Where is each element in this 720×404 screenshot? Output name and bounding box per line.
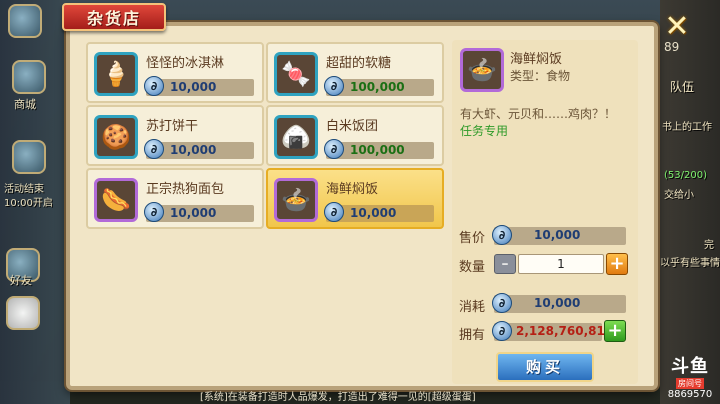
add-currency-button[interactable]: + (604, 320, 626, 342)
friends-label: 好友 (10, 274, 32, 287)
coin-icon: ∂ (492, 321, 512, 341)
avatar[interactable] (8, 4, 42, 38)
item-name: 超甜的软糖 (326, 56, 392, 71)
item-name: 海鲜焖饭 (326, 182, 379, 197)
seafood-rice-icon: 🍲 (460, 48, 504, 92)
quest-hint: 以乎有些事情 (660, 258, 720, 269)
detail-description: 有大虾、元贝和……鸡肉？！ (460, 107, 617, 121)
system-ticker: [系统]在装备打造时人品爆发，打造出了难得一见的[超级蛋蛋] (200, 392, 476, 403)
stream-watermark: 斗鱼 房间号 8869570 (664, 352, 716, 400)
level-number: 89 (664, 40, 680, 54)
quest-progress: (53/200) (664, 170, 707, 181)
event-icon[interactable] (12, 140, 46, 174)
close-button[interactable]: ✕ (660, 10, 694, 44)
watermark-logo: 斗鱼 (671, 356, 709, 377)
owned-label: 拥有 (459, 328, 486, 343)
shop-item-cracker[interactable]: 🍪 苏打饼干 ∂ 10,000 (86, 105, 264, 166)
shop-mall-icon[interactable] (12, 60, 46, 94)
shop-item-hotdog[interactable]: 🌭 正宗热狗面包 ∂ 10,000 (86, 168, 264, 229)
shop-title: 杂货店 (62, 3, 166, 31)
candy-icon: 🍬 (274, 52, 318, 96)
item-name: 苏打饼干 (146, 119, 199, 134)
item-price: 100,000 (350, 143, 405, 157)
total-cost: 10,000 (534, 296, 581, 310)
left-hud: 商城 活动结束 10:00开启 好友 (0, 0, 70, 404)
item-name: 白米饭团 (326, 119, 379, 134)
coin-icon: ∂ (144, 76, 164, 96)
shop-item-candy[interactable]: 🍬 超甜的软糖 ∂ 100,000 (266, 42, 444, 103)
quest-complete: 完 (704, 240, 714, 251)
item-price: 10,000 (170, 143, 217, 157)
shop-item-rice-ball[interactable]: 🍙 白米饭团 ∂ 100,000 (266, 105, 444, 166)
quantity-decrease-button[interactable]: – (494, 254, 516, 274)
rice-ball-icon: 🍙 (274, 115, 318, 159)
detail-tag: 任务专用 (460, 124, 509, 138)
quantity-increase-button[interactable]: + (606, 253, 628, 275)
item-price: 10,000 (170, 206, 217, 220)
coin-icon: ∂ (144, 202, 164, 222)
coin-icon: ∂ (144, 139, 164, 159)
item-price: 100,000 (350, 80, 405, 94)
shop-item-ice-cream[interactable]: 🍦 怪怪的冰淇淋 ∂ 10,000 (86, 42, 264, 103)
item-name: 正宗热狗面包 (146, 182, 225, 197)
cost-label: 消耗 (459, 300, 486, 315)
quantity-label: 数量 (459, 260, 486, 275)
owned-amount: 2,128,760,817 (516, 324, 614, 338)
coin-icon: ∂ (324, 139, 344, 159)
right-hud: 队伍 书上的工作 (53/200) 交给小 完 以乎有些事情 (660, 0, 720, 404)
team-label: 队伍 (670, 80, 695, 94)
price-bar: ∂ 100,000 (324, 139, 434, 159)
price-bar: ∂ 10,000 (144, 139, 254, 159)
detail-item-name: 海鲜焖饭 (510, 52, 563, 67)
watermark-room-number: 8869570 (667, 389, 713, 400)
cracker-icon: 🍪 (94, 115, 138, 159)
item-detail-panel: 🍲 海鲜焖饭 类型：食物 有大虾、元贝和……鸡肉？！ 任务专用 售价 ∂ 10,… (452, 40, 638, 384)
coin-icon: ∂ (492, 225, 512, 245)
event-time: 10:00开启 (4, 198, 53, 209)
quest-title: 书上的工作 (662, 122, 712, 133)
coin-icon: ∂ (324, 76, 344, 96)
chat-icon[interactable] (6, 296, 40, 330)
price-bar: ∂ 10,000 (144, 76, 254, 96)
owned-box: ∂ 2,128,760,817 (492, 321, 613, 341)
detail-item-type: 类型：食物 (510, 69, 571, 83)
price-label: 售价 (459, 231, 486, 246)
price-bar: ∂ 100,000 (324, 76, 434, 96)
mall-label: 商城 (14, 98, 36, 111)
item-name: 怪怪的冰淇淋 (146, 56, 225, 71)
price-bar: ∂ 10,000 (324, 202, 434, 222)
price-bar: ∂ 10,000 (144, 202, 254, 222)
coin-icon: ∂ (324, 202, 344, 222)
quest-step: 交给小 (664, 190, 694, 201)
shop-item-seafood-rice[interactable]: 🍲 海鲜焖饭 ∂ 10,000 (266, 168, 444, 229)
cost-box: ∂ 10,000 (492, 293, 626, 313)
unit-price: 10,000 (534, 228, 581, 242)
seafood-rice-icon: 🍲 (274, 178, 318, 222)
buy-button[interactable]: 购买 (496, 352, 594, 382)
price-box: ∂ 10,000 (492, 225, 626, 245)
watermark-room-label: 房间号 (676, 378, 704, 389)
item-price: 10,000 (350, 206, 397, 220)
event-status: 活动结束 (4, 184, 44, 195)
coin-icon: ∂ (492, 293, 512, 313)
ice-cream-icon: 🍦 (94, 52, 138, 96)
quantity-input[interactable]: 1 (518, 254, 604, 274)
hotdog-icon: 🌭 (94, 178, 138, 222)
item-price: 10,000 (170, 80, 217, 94)
